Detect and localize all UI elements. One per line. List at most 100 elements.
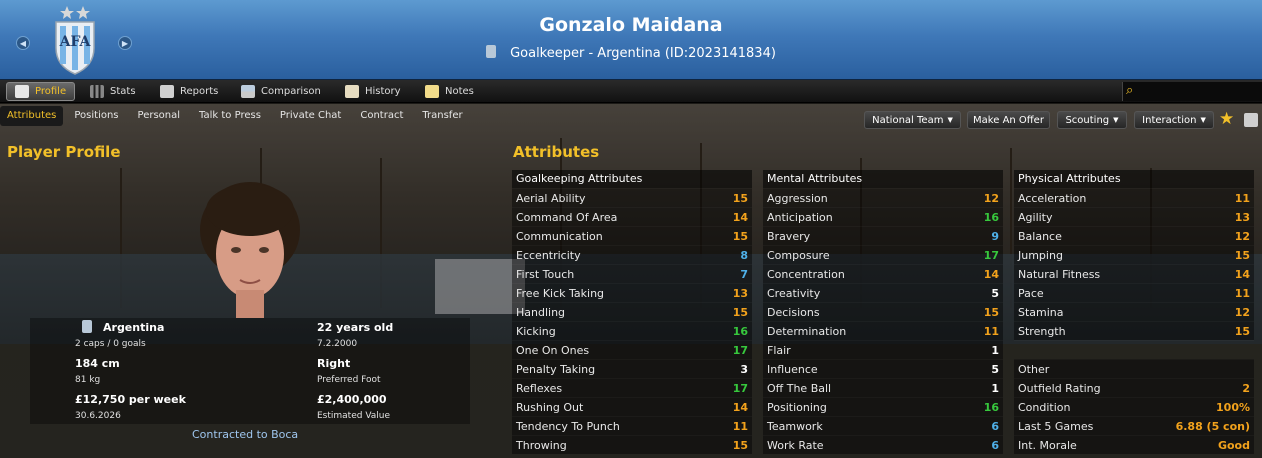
attribute-name: Aggression — [767, 192, 828, 205]
attribute-row: Anticipation 16 — [763, 207, 1003, 226]
tab-talk-to-press[interactable]: Talk to Press — [192, 106, 268, 126]
interaction-dropdown[interactable]: Interaction ▼ — [1134, 111, 1214, 129]
attribute-value: 11 — [1234, 287, 1250, 300]
button-label: National Team — [872, 114, 944, 126]
tab-transfer[interactable]: Transfer — [415, 106, 469, 126]
tab-personal[interactable]: Personal — [131, 106, 188, 126]
history-scroll-icon — [345, 85, 359, 98]
attribute-row: Influence 5 — [763, 359, 1003, 378]
column-header: Mental Attributes — [763, 170, 1003, 188]
caret-down-icon: ▼ — [947, 116, 953, 124]
main-tab-bar: Profile Stats Reports Comparison History… — [0, 80, 1262, 103]
tab-label: History — [365, 86, 401, 97]
attribute-row: Penalty Taking 3 — [512, 359, 752, 378]
attribute-name: Kicking — [516, 325, 556, 338]
tab-history[interactable]: History — [337, 82, 409, 101]
attribute-row: Eccentricity 8 — [512, 245, 752, 264]
attribute-name: Bravery — [767, 230, 811, 243]
attribute-name: Last 5 Games — [1018, 420, 1094, 433]
report-icon — [160, 85, 174, 98]
attribute-name: Agility — [1018, 211, 1053, 224]
notepad-icon — [425, 85, 439, 98]
attribute-row: Work Rate 6 — [763, 435, 1003, 454]
national-team-dropdown[interactable]: National Team ▼ — [864, 111, 961, 129]
tab-contract[interactable]: Contract — [353, 106, 410, 126]
tab-notes[interactable]: Notes — [417, 82, 482, 101]
attribute-name: Natural Fitness — [1018, 268, 1101, 281]
attribute-row: Condition 100% — [1014, 397, 1254, 416]
attribute-row: Free Kick Taking 13 — [512, 283, 752, 302]
attribute-row: Aerial Ability 15 — [512, 188, 752, 207]
attribute-name: Stamina — [1018, 306, 1064, 319]
profile-card-icon — [15, 85, 29, 98]
attribute-name: Reflexes — [516, 382, 563, 395]
attribute-value: 12 — [1234, 230, 1250, 243]
attribute-row: Tendency To Punch 11 — [512, 416, 752, 435]
tab-label: Stats — [110, 86, 136, 97]
attribute-row: First Touch 7 — [512, 264, 752, 283]
tab-profile[interactable]: Profile — [6, 82, 76, 101]
attribute-name: Determination — [767, 325, 847, 338]
player-profile-title: Player Profile — [7, 143, 121, 161]
other-header: Other — [1014, 359, 1254, 378]
attribute-value: 12 — [1234, 306, 1250, 319]
attribute-value: 16 — [983, 401, 999, 414]
attribute-value: 14 — [732, 401, 748, 414]
attribute-name: Pace — [1018, 287, 1044, 300]
attribute-value: 13 — [732, 287, 748, 300]
player-subtitle: Goalkeeper - Argentina (ID:2023141834) — [0, 45, 1262, 61]
tab-positions[interactable]: Positions — [67, 106, 125, 126]
attribute-value: 15 — [1234, 249, 1250, 262]
tab-comparison[interactable]: Comparison — [233, 82, 329, 101]
attribute-row: Balance 12 — [1014, 226, 1254, 245]
attribute-row: Teamwork 6 — [763, 416, 1003, 435]
preferred-foot-label: Preferred Foot — [317, 375, 381, 385]
attribute-row: Throwing 15 — [512, 435, 752, 454]
attribute-name: First Touch — [516, 268, 575, 281]
attribute-name: Condition — [1018, 401, 1071, 414]
nation-name: Argentina — [103, 321, 165, 334]
tab-stats[interactable]: Stats — [82, 82, 144, 101]
scouting-dropdown[interactable]: Scouting ▼ — [1057, 111, 1127, 129]
attribute-value: 11 — [983, 325, 999, 338]
make-offer-button[interactable]: Make An Offer — [967, 111, 1050, 129]
attribute-name: Int. Morale — [1018, 439, 1077, 452]
row-label: Other — [1018, 363, 1050, 376]
estimated-value: £2,400,000 — [317, 393, 387, 406]
attribute-value: 15 — [732, 192, 748, 205]
attribute-value: 13 — [1234, 211, 1250, 224]
attribute-value: 11 — [1234, 192, 1250, 205]
attribute-row: Acceleration 11 — [1014, 188, 1254, 207]
attribute-value: 1 — [991, 344, 999, 357]
button-label: Scouting — [1065, 114, 1110, 126]
notes-icon[interactable] — [1244, 113, 1258, 127]
attribute-value: 11 — [732, 420, 748, 433]
attribute-row: Jumping 15 — [1014, 245, 1254, 264]
attribute-name: Eccentricity — [516, 249, 581, 262]
player-face-image — [200, 182, 300, 318]
attribute-name: Tendency To Punch — [516, 420, 620, 433]
attribute-name: Flair — [767, 344, 791, 357]
attribute-name: Work Rate — [767, 439, 824, 452]
attribute-value: 17 — [732, 344, 748, 357]
attribute-name: Free Kick Taking — [516, 287, 605, 300]
attribute-name: Outfield Rating — [1018, 382, 1101, 395]
attribute-row: Positioning 16 — [763, 397, 1003, 416]
tab-label: Reports — [180, 86, 219, 97]
tab-reports[interactable]: Reports — [152, 82, 226, 101]
attribute-name: Creativity — [767, 287, 821, 300]
star-icon[interactable]: ★ — [1219, 109, 1234, 129]
mental-attributes-table: Mental Attributes Aggression 12 Anticipati… — [763, 170, 1003, 454]
attribute-value: 15 — [983, 306, 999, 319]
contract-end-date: 30.6.2026 — [75, 411, 121, 421]
tab-attributes[interactable]: Attributes — [0, 106, 64, 126]
tab-private-chat[interactable]: Private Chat — [273, 106, 348, 126]
attribute-name: Balance — [1018, 230, 1062, 243]
contracted-to-club-link[interactable]: Contracted to Boca — [192, 428, 298, 441]
profile-info-panel — [30, 318, 470, 424]
attribute-row: Flair 1 — [763, 340, 1003, 359]
search-input[interactable]: ⌕ — [1122, 82, 1262, 101]
attribute-name: Communication — [516, 230, 603, 243]
attribute-row: Determination 11 — [763, 321, 1003, 340]
attribute-value: 6 — [991, 439, 999, 452]
